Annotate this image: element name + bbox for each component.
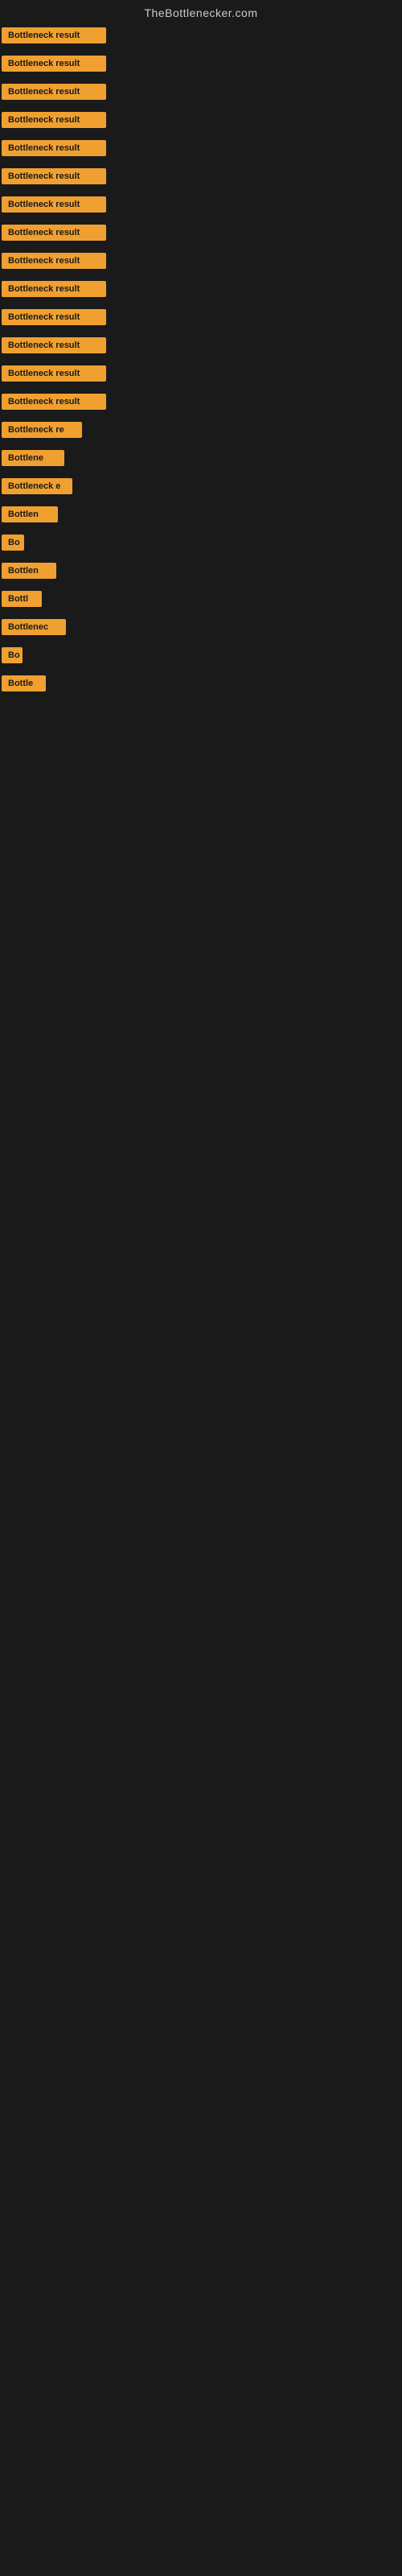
site-header: TheBottlenecker.com: [0, 0, 402, 23]
list-item: Bo: [2, 533, 400, 556]
bottleneck-badge[interactable]: Bottleneck re: [2, 422, 82, 438]
list-item: Bottleneck result: [2, 223, 400, 246]
list-item: Bottlen: [2, 505, 400, 528]
bottleneck-badge[interactable]: Bo: [2, 647, 23, 663]
bottleneck-badge[interactable]: Bottleneck result: [2, 168, 106, 184]
bottleneck-badge[interactable]: Bottleneck result: [2, 84, 106, 100]
list-item: Bottleneck result: [2, 26, 400, 49]
list-item: Bottleneck e: [2, 477, 400, 500]
list-item: Bottleneck result: [2, 195, 400, 218]
bottleneck-badge[interactable]: Bottle: [2, 675, 46, 691]
list-item: Bottleneck result: [2, 364, 400, 387]
list-item: Bottleneck result: [2, 138, 400, 162]
list-item: Bottleneck result: [2, 392, 400, 415]
list-item: Bottleneck result: [2, 110, 400, 134]
list-item: Bottlen: [2, 561, 400, 584]
list-item: Bottleneck result: [2, 251, 400, 275]
list-item: Bottleneck result: [2, 279, 400, 303]
bottleneck-badge[interactable]: Bottleneck result: [2, 337, 106, 353]
bottleneck-badge[interactable]: Bottleneck result: [2, 253, 106, 269]
list-item: Bottleneck re: [2, 420, 400, 444]
bottleneck-badge[interactable]: Bottleneck result: [2, 281, 106, 297]
list-item: Bottl: [2, 589, 400, 613]
bottleneck-badge[interactable]: Bottleneck result: [2, 394, 106, 410]
list-item: Bottleneck result: [2, 82, 400, 105]
bottleneck-badge[interactable]: Bottlen: [2, 506, 58, 522]
list-item: Bo: [2, 646, 400, 669]
list-item: Bottlenec: [2, 617, 400, 641]
list-item: Bottleneck result: [2, 167, 400, 190]
list-item: Bottlene: [2, 448, 400, 472]
bottleneck-badge[interactable]: Bottleneck result: [2, 196, 106, 213]
bottleneck-badge[interactable]: Bottleneck result: [2, 112, 106, 128]
bottleneck-badge[interactable]: Bottleneck result: [2, 56, 106, 72]
bottleneck-badge[interactable]: Bottleneck result: [2, 225, 106, 241]
list-item: Bottleneck result: [2, 54, 400, 77]
bottleneck-badge[interactable]: Bottleneck result: [2, 309, 106, 325]
bottleneck-list: Bottleneck result Bottleneck result Bottle…: [0, 23, 402, 705]
bottleneck-badge[interactable]: Bottlen: [2, 563, 56, 579]
site-title: TheBottlenecker.com: [0, 0, 402, 23]
bottleneck-badge[interactable]: Bottleneck result: [2, 365, 106, 382]
list-item: Bottleneck result: [2, 336, 400, 359]
bottleneck-badge[interactable]: Bottleneck e: [2, 478, 72, 494]
bottleneck-badge[interactable]: Bottleneck result: [2, 27, 106, 43]
bottleneck-badge[interactable]: Bottleneck result: [2, 140, 106, 156]
bottleneck-badge[interactable]: Bottl: [2, 591, 42, 607]
bottleneck-badge[interactable]: Bottlene: [2, 450, 64, 466]
bottleneck-badge[interactable]: Bo: [2, 535, 24, 551]
list-item: Bottle: [2, 674, 400, 697]
bottleneck-badge[interactable]: Bottlenec: [2, 619, 66, 635]
list-item: Bottleneck result: [2, 308, 400, 331]
